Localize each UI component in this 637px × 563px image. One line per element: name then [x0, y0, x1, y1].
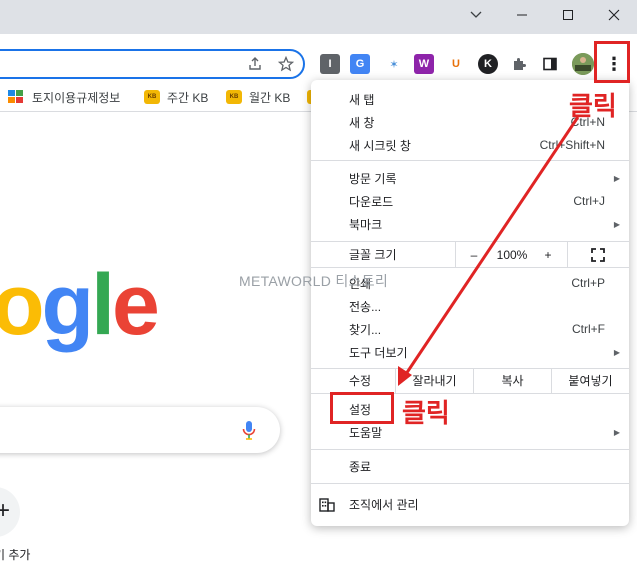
annotation-arrow [398, 116, 580, 386]
